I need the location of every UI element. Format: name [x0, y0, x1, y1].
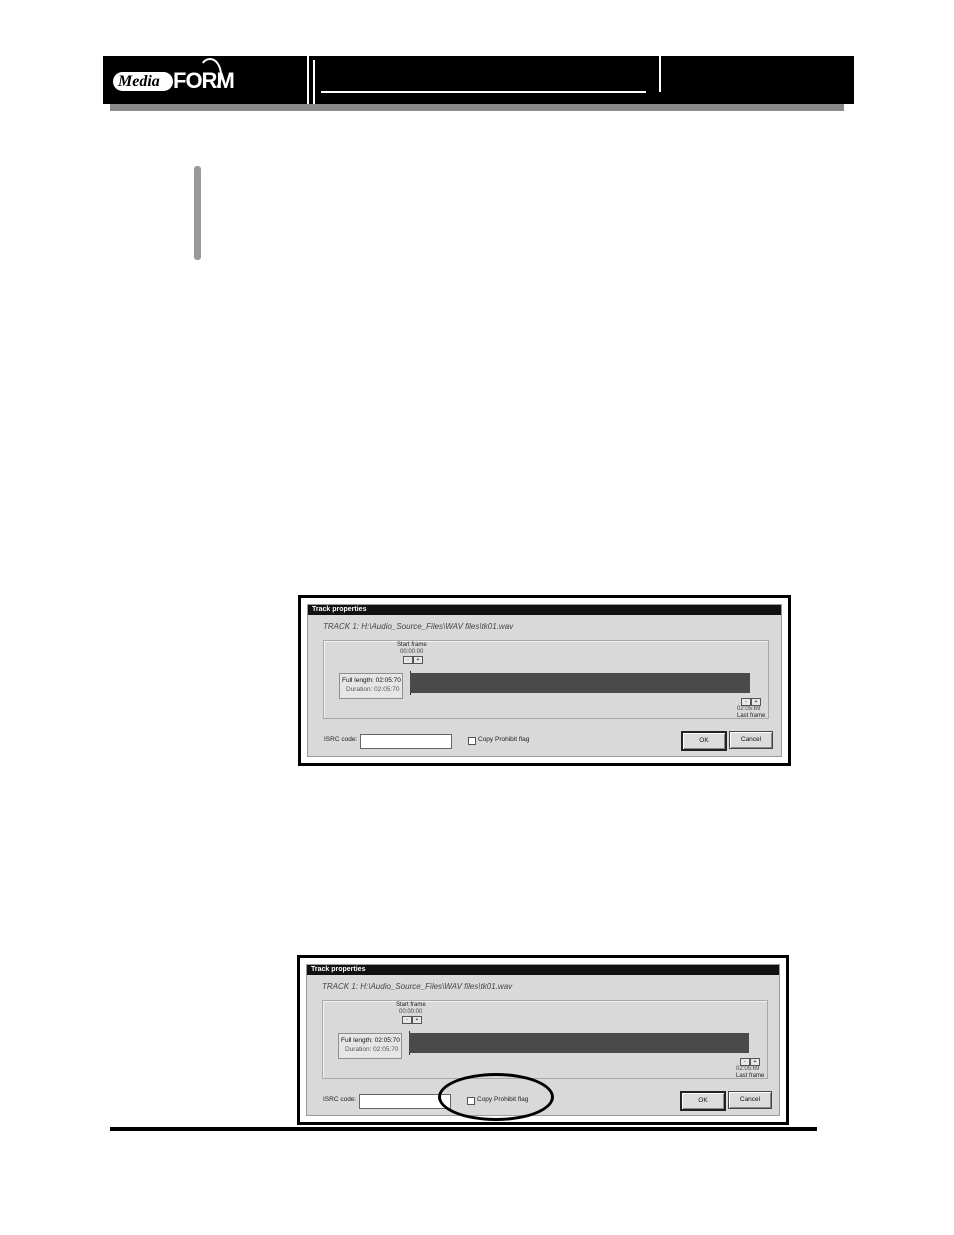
full-length-value: Full length: 02:05:70 — [341, 1037, 400, 1044]
track-length-info: Full length: 02:05:70 Duration: 02:05:70 — [338, 1033, 402, 1059]
track-timeline-group: Start frame 00:00:00 - + Full length: 02… — [322, 1000, 768, 1079]
ok-button[interactable]: OK — [681, 731, 727, 751]
last-frame-time: 02:05:69 — [737, 706, 761, 712]
last-frame-decrement-button[interactable]: - — [740, 1058, 750, 1066]
last-frame-increment-button[interactable]: + — [751, 698, 761, 706]
banner-shadow — [110, 104, 844, 111]
logo-swoosh-icon — [198, 58, 222, 92]
header-banner: Media FORM — [103, 56, 854, 104]
start-frame-decrement-button[interactable]: - — [402, 1016, 412, 1024]
last-frame-increment-button[interactable]: + — [750, 1058, 760, 1066]
start-frame-increment-button[interactable]: + — [413, 656, 423, 664]
isrc-code-input[interactable] — [360, 734, 452, 749]
cancel-button[interactable]: Cancel — [728, 1091, 772, 1109]
dialog-title-bar: Track properties — [307, 965, 779, 975]
mediaform-logo: Media FORM — [103, 56, 308, 104]
start-frame-label: Start frame — [397, 642, 427, 648]
track-range-bar[interactable] — [409, 1033, 749, 1053]
copy-prohibit-label: Copy Prohibit flag — [478, 736, 530, 743]
track-length-info: Full length: 02:05:70 Duration: 02:05:70 — [339, 673, 403, 699]
copy-prohibit-callout-ellipse — [438, 1073, 554, 1121]
last-frame-time: 02:05:69 — [736, 1066, 760, 1072]
footer-rule — [110, 1127, 817, 1131]
track-timeline-group: Start frame 00:00:00 - + Full length: 02… — [323, 640, 769, 719]
start-frame-decrement-button[interactable]: - — [403, 656, 413, 664]
start-frame-increment-button[interactable]: + — [412, 1016, 422, 1024]
track-path-label: TRACK 1: H:\Audio_Source_Files\WAV files… — [323, 622, 514, 631]
last-frame-label: Last frame — [736, 1073, 765, 1079]
ok-button[interactable]: OK — [680, 1091, 726, 1111]
dialog-title-bar: Track properties — [308, 605, 781, 615]
banner-divider — [659, 56, 661, 92]
isrc-code-label: ISRC code: — [324, 736, 358, 743]
margin-marker-bar — [194, 166, 201, 260]
banner-divider — [313, 60, 315, 104]
track-properties-screenshot-1: Track properties TRACK 1: H:\Audio_Sourc… — [298, 595, 791, 766]
isrc-code-label: ISRC code: — [323, 1096, 357, 1103]
last-frame-decrement-button[interactable]: - — [741, 698, 751, 706]
track-path-label: TRACK 1: H:\Audio_Source_Files\WAV files… — [322, 982, 513, 991]
banner-divider — [307, 56, 309, 104]
logo-media-text: Media — [118, 73, 160, 90]
cancel-button[interactable]: Cancel — [729, 731, 773, 749]
copy-prohibit-checkbox[interactable] — [468, 737, 476, 745]
start-frame-time: 00:00:00 — [399, 1009, 423, 1015]
start-frame-time: 00:00:00 — [400, 649, 424, 655]
last-frame-label: Last frame — [737, 713, 766, 719]
start-frame-label: Start frame — [396, 1002, 426, 1008]
full-length-value: Full length: 02:05:70 — [342, 677, 401, 684]
duration-value: Duration: 02:05:70 — [346, 686, 400, 693]
banner-underline — [321, 91, 646, 93]
track-properties-dialog: Track properties TRACK 1: H:\Audio_Sourc… — [307, 604, 782, 757]
track-range-bar[interactable] — [410, 673, 750, 693]
duration-value: Duration: 02:05:70 — [345, 1046, 399, 1053]
